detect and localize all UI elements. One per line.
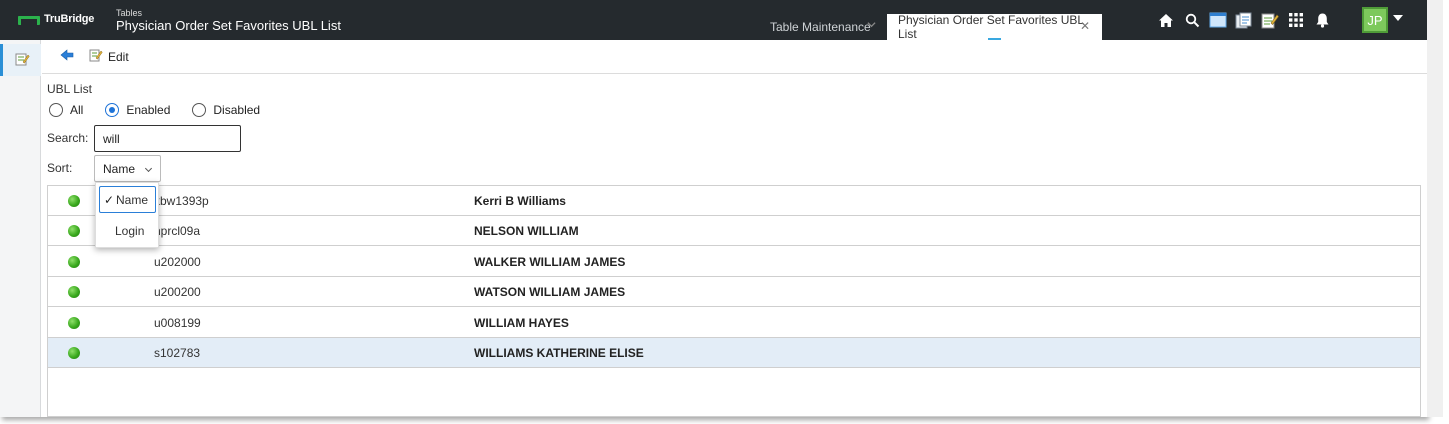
tab-label: Table Maintenance [770, 20, 871, 34]
sort-label: Sort: [47, 161, 73, 175]
row-login: kbw1393p [154, 194, 209, 208]
checkmark-icon: ✓ [103, 192, 115, 207]
tab-label: Physician Order Set Favorites UBL List [898, 13, 1084, 41]
logo-mark-icon [18, 14, 40, 25]
left-rail [0, 40, 41, 417]
row-login: u202000 [154, 255, 201, 269]
table-row[interactable]: u202000 WALKER WILLIAM JAMES [48, 247, 1420, 277]
top-icon-bar [1156, 10, 1338, 30]
edit-icon [89, 48, 103, 65]
notepad-icon [15, 52, 30, 69]
app-window: TruBridge Tables Physician Order Set Fav… [0, 0, 1427, 417]
radio-all[interactable]: All [49, 103, 83, 117]
table-row-selected[interactable]: s102783 WILLIAMS KATHERINE ELISE [48, 338, 1420, 368]
status-enabled-icon [68, 317, 80, 329]
chevron-down-icon[interactable] [1393, 15, 1403, 21]
breadcrumb: Tables [116, 8, 143, 18]
bell-icon[interactable] [1312, 10, 1332, 30]
logo-text: TruBridge [44, 13, 95, 25]
sort-option-login[interactable]: Login [99, 217, 156, 244]
rail-item-edit[interactable] [0, 44, 41, 76]
row-name: NELSON WILLIAM [474, 224, 579, 238]
row-name: WATSON WILLIAM JAMES [474, 285, 626, 299]
radio-label: Enabled [126, 103, 171, 117]
trubridge-logo[interactable]: TruBridge [18, 13, 94, 25]
page-title: Physician Order Set Favorites UBL List [116, 18, 341, 33]
edit-button-label: Edit [108, 49, 129, 64]
tab-table-maintenance[interactable]: Table Maintenance [755, 14, 880, 40]
status-enabled-icon [68, 195, 80, 207]
search-input[interactable] [94, 125, 241, 152]
row-name: WILLIAMS KATHERINE ELISE [474, 346, 644, 360]
title-block: Tables Physician Order Set Favorites UBL… [116, 8, 341, 34]
notes-icon[interactable] [1260, 10, 1280, 30]
sort-option-name[interactable]: ✓ Name [99, 186, 156, 213]
sort-select[interactable]: Name [94, 155, 161, 182]
ubl-list-label: UBL List [47, 82, 92, 96]
window-scrollbar[interactable] [1427, 0, 1443, 417]
close-icon[interactable]: ✕ [1080, 19, 1090, 33]
radio-circle[interactable] [49, 103, 63, 117]
status-enabled-icon [68, 347, 80, 359]
search-icon[interactable] [1182, 10, 1202, 30]
radio-circle[interactable] [192, 103, 207, 117]
sort-option-label: Login [115, 223, 145, 238]
documents-icon[interactable] [1234, 10, 1254, 30]
edit-button[interactable]: Edit [89, 48, 129, 65]
radio-label: All [70, 103, 84, 117]
radio-label: Disabled [213, 103, 261, 117]
row-name: Kerri B Williams [474, 194, 566, 208]
row-login: nprcl09a [154, 224, 201, 238]
table-row[interactable]: nprcl09a NELSON WILLIAM [48, 216, 1420, 246]
toolbar: Edit [42, 40, 1427, 74]
chevron-down-icon [144, 164, 153, 173]
row-name: WILLIAM HAYES [474, 316, 569, 330]
chevron-down-icon[interactable] [867, 20, 876, 31]
home-icon[interactable] [1156, 10, 1176, 30]
status-radio-group: All Enabled Disabled [49, 103, 282, 117]
row-login: u008199 [154, 316, 201, 330]
window-icon[interactable] [1208, 10, 1228, 30]
row-login: s102783 [154, 346, 201, 360]
row-name: WALKER WILLIAM JAMES [474, 255, 626, 269]
tab-physician-order-set-favorites[interactable]: Physician Order Set Favorites UBL List ✕ [887, 13, 1102, 41]
avatar[interactable]: JP [1362, 7, 1388, 33]
status-enabled-icon [68, 256, 80, 268]
status-enabled-icon [68, 286, 80, 298]
row-login: u200200 [154, 285, 201, 299]
back-arrow-icon[interactable] [60, 49, 76, 65]
sort-option-label: Name [116, 192, 149, 207]
top-bar: TruBridge Tables Physician Order Set Fav… [0, 0, 1427, 41]
sort-select-value: Name [103, 161, 136, 176]
table-row[interactable]: u200200 WATSON WILLIAM JAMES [48, 277, 1420, 307]
search-label: Search: [47, 131, 89, 145]
apps-grid-icon[interactable] [1286, 10, 1306, 30]
ubl-user-list: kbw1393p Kerri B Williams nprcl09a NELSO… [47, 185, 1421, 417]
table-row[interactable]: u008199 WILLIAM HAYES [48, 308, 1420, 338]
radio-circle-selected[interactable] [105, 103, 120, 117]
radio-enabled[interactable]: Enabled [105, 103, 170, 117]
sort-dropdown-menu: ✓ Name Login [95, 182, 159, 248]
status-enabled-icon [68, 225, 80, 237]
table-row[interactable]: kbw1393p Kerri B Williams [48, 186, 1420, 216]
radio-disabled[interactable]: Disabled [192, 103, 260, 117]
